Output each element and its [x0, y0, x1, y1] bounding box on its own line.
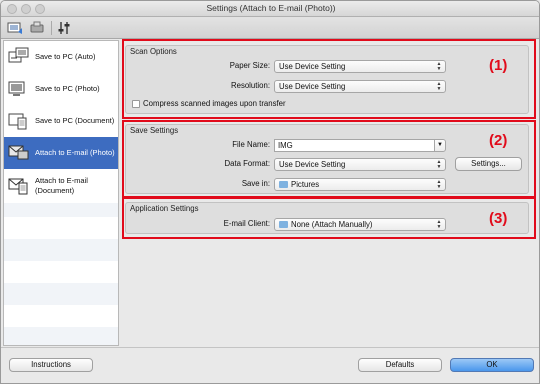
- attach-email-document-icon: [8, 178, 28, 195]
- popup-arrows-icon: ▲ ▼: [436, 159, 442, 170]
- sidebar-item-save-to-pc-photo[interactable]: Save to PC (Photo): [4, 73, 118, 105]
- callout-number-1: (1): [489, 57, 508, 74]
- toolbar-separator: [51, 21, 52, 35]
- compress-label: Compress scanned images upon transfer: [143, 99, 286, 108]
- settings-button[interactable]: Settings...: [455, 157, 522, 171]
- save-to-pc-photo-icon: [8, 81, 25, 96]
- scan-options-group: Scan Options Paper Size: Use Device Sett…: [125, 45, 529, 114]
- title-bar: Settings (Attach to E-mail (Photo)): [1, 1, 539, 17]
- settings-window: Settings (Attach to E-mail (Photo)) Save…: [0, 0, 540, 384]
- callout-number-2: (2): [489, 132, 508, 149]
- paper-size-value: Use Device Setting: [279, 62, 346, 71]
- callout-number-3: (3): [489, 210, 508, 227]
- popup-arrows-icon: ▲ ▼: [436, 219, 442, 230]
- close-window-button[interactable]: [7, 4, 17, 14]
- settings-content: Scan Options Paper Size: Use Device Sett…: [119, 39, 539, 346]
- save-settings-group: Save Settings File Name: IMG ▼ Data Form…: [125, 124, 529, 194]
- paper-size-label: Paper Size:: [229, 61, 270, 70]
- sidebar-item-save-to-pc-document[interactable]: Save to PC (Document): [4, 105, 118, 137]
- folder-icon: [279, 221, 288, 228]
- resolution-value: Use Device Setting: [279, 82, 346, 91]
- scan-from-computer-icon[interactable]: [7, 20, 23, 36]
- file-name-field[interactable]: IMG: [274, 139, 435, 152]
- file-name-dropdown-button[interactable]: ▼: [434, 139, 446, 152]
- save-in-label: Save in:: [241, 179, 270, 188]
- data-format-label: Data Format:: [224, 159, 271, 168]
- email-client-value: None (Attach Manually): [291, 220, 373, 229]
- sidebar-item-label: Save to PC (Photo): [35, 84, 100, 93]
- sidebar-item-attach-email-document[interactable]: Attach to E-mail (Document): [4, 169, 118, 203]
- email-client-popup[interactable]: None (Attach Manually) ▲ ▼: [274, 218, 446, 231]
- save-to-pc-document-icon: [8, 113, 27, 130]
- defaults-button[interactable]: Defaults: [358, 358, 442, 372]
- popup-arrows-icon: ▲ ▼: [436, 61, 442, 72]
- group-title: Scan Options: [130, 47, 177, 56]
- save-to-pc-auto-icon: [8, 47, 29, 63]
- folder-icon: [279, 181, 288, 188]
- data-format-popup[interactable]: Use Device Setting ▲ ▼: [274, 158, 446, 171]
- instructions-button[interactable]: Instructions: [9, 358, 93, 372]
- resolution-label: Resolution:: [230, 81, 270, 90]
- toolbar: [1, 17, 539, 39]
- footer-divider: [1, 347, 539, 348]
- save-in-popup[interactable]: Pictures ▲ ▼: [274, 178, 446, 191]
- sidebar-item-save-to-pc-auto[interactable]: Save to PC (Auto): [4, 41, 118, 73]
- resolution-popup[interactable]: Use Device Setting ▲ ▼: [274, 80, 446, 93]
- sidebar-item-attach-email-photo[interactable]: Attach to E-mail (Photo): [4, 137, 118, 169]
- application-settings-group: Application Settings E-mail Client: None…: [125, 202, 529, 234]
- popup-arrows-icon: ▲ ▼: [436, 179, 442, 190]
- sidebar-item-label: Attach to E-mail (Document): [35, 176, 88, 195]
- sidebar: Save to PC (Auto) Save to PC (Photo) Sav…: [3, 40, 119, 346]
- sidebar-item-label: Save to PC (Auto): [35, 52, 96, 61]
- scan-from-panel-icon[interactable]: [29, 20, 45, 36]
- zoom-window-button[interactable]: [35, 4, 45, 14]
- email-client-label: E-mail Client:: [223, 219, 270, 228]
- compress-checkbox[interactable]: [132, 100, 140, 108]
- group-title: Save Settings: [130, 126, 179, 135]
- window-title: Settings (Attach to E-mail (Photo)): [206, 3, 336, 13]
- data-format-value: Use Device Setting: [279, 160, 346, 169]
- general-settings-icon[interactable]: [57, 20, 73, 36]
- group-title: Application Settings: [130, 204, 199, 213]
- minimize-window-button[interactable]: [21, 4, 31, 14]
- save-in-value: Pictures: [291, 180, 320, 189]
- sidebar-item-label: Save to PC (Document): [35, 116, 115, 125]
- popup-arrows-icon: ▲ ▼: [436, 81, 442, 92]
- ok-button[interactable]: OK: [450, 358, 534, 372]
- attach-email-photo-icon: [8, 145, 29, 160]
- file-name-label: File Name:: [232, 140, 270, 149]
- sidebar-item-label: Attach to E-mail (Photo): [35, 148, 115, 157]
- paper-size-popup[interactable]: Use Device Setting ▲ ▼: [274, 60, 446, 73]
